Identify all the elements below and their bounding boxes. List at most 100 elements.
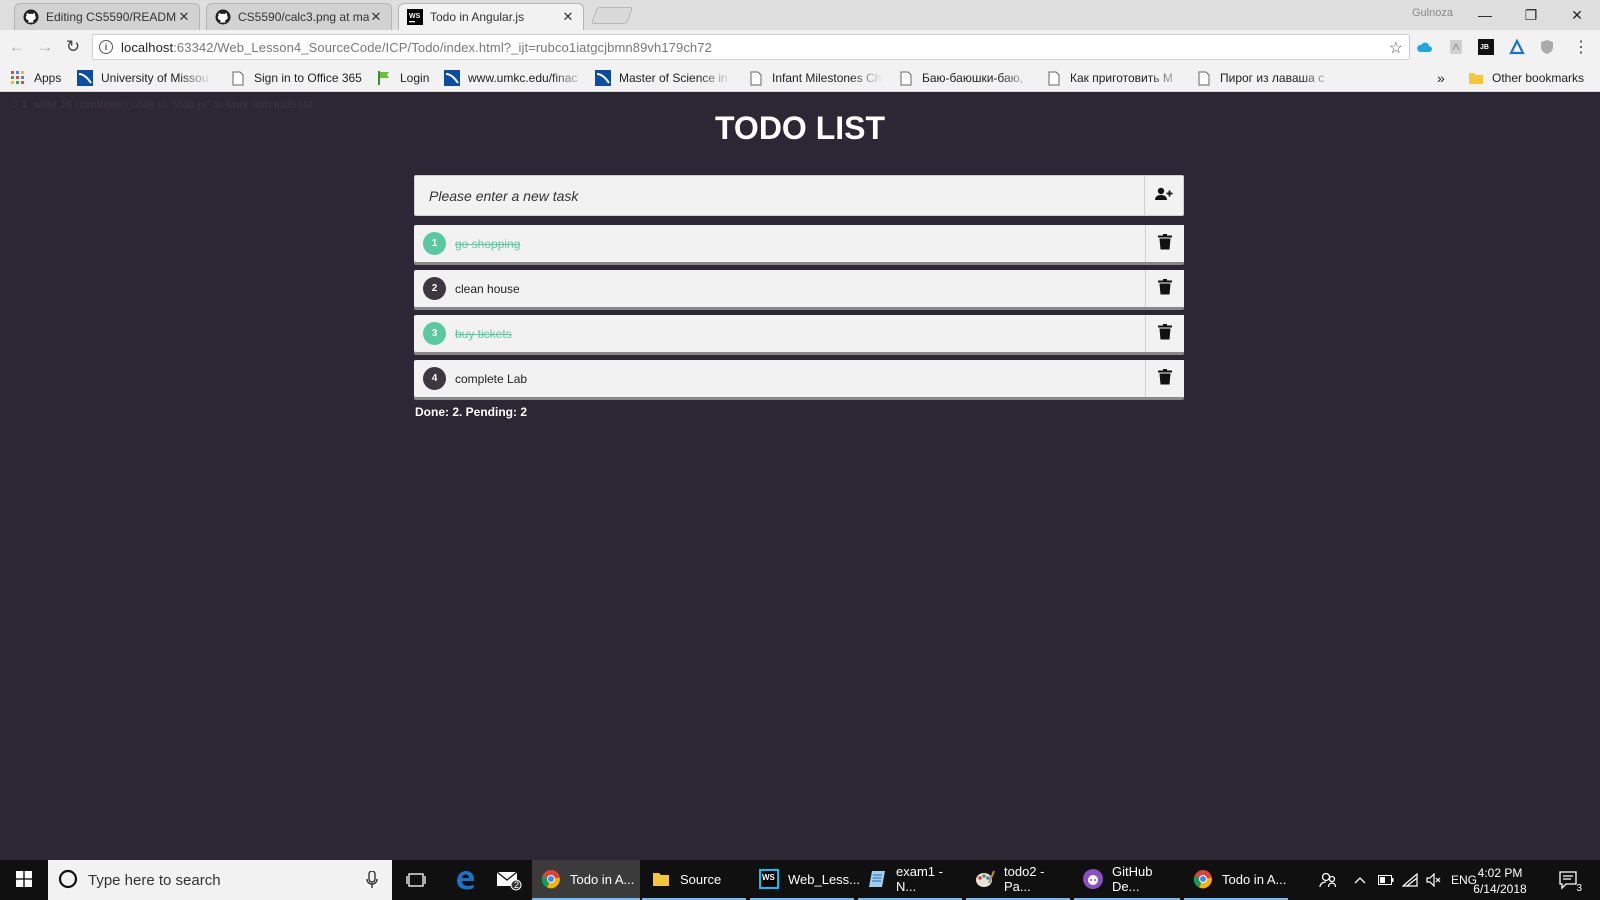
wifi-icon[interactable] [1400,860,1420,900]
menu-dots-icon[interactable]: ⋮ [1572,38,1590,56]
jetbrains-extension-icon[interactable]: JB [1477,38,1495,56]
microphone-icon[interactable] [366,870,378,892]
task-text[interactable]: clean house [455,282,1145,296]
bookmark-star-icon[interactable]: ☆ [1389,38,1403,58]
delta-extension-icon[interactable] [1508,38,1526,56]
bookmark-label: Apps [34,71,62,85]
bookmark-item[interactable]: University of Missou [77,70,213,86]
chevron-up-icon[interactable] [1350,860,1370,900]
delete-task-button[interactable] [1145,270,1184,307]
back-arrow-icon[interactable]: ← [6,36,28,58]
info-icon[interactable]: i [99,40,113,54]
trash-icon [1158,369,1172,388]
notification-count: 3 [1576,883,1582,894]
bookmark-label: Infant Milestones Ch [772,71,882,85]
bookmark-label: University of Missou [101,71,209,85]
bookmark-item[interactable]: Master of Science in [595,70,733,86]
task-view-icon[interactable] [404,860,428,900]
reload-icon[interactable]: ↻ [62,36,84,58]
webstorm-icon: WS [758,868,780,890]
profile-name[interactable]: Gulnoza [1412,7,1453,19]
github-desktop-icon [1082,868,1104,890]
new-task-input[interactable] [415,176,1144,215]
bookmark-item[interactable]: Пирог из лаваша с [1196,70,1336,86]
taskbar-app-button[interactable]: GitHub De... [1074,860,1180,900]
page-icon [748,70,764,86]
edge-browser-icon[interactable] [452,860,478,900]
webstorm-icon: WS [407,9,423,25]
trash-icon [1158,324,1172,343]
page-title: TODO LIST [714,110,886,146]
battery-icon[interactable] [1376,860,1396,900]
minimize-icon[interactable]: — [1462,0,1508,30]
shield-extension-icon[interactable] [1538,38,1556,56]
start-button[interactable] [0,860,48,900]
app-label: exam1 - N... [896,864,943,894]
browser-toolbar: ← → ↻ i localhost:63342/Web_Lesson4_Sour… [0,30,1600,64]
task-text[interactable]: buy tickets [455,327,1145,341]
delete-task-button[interactable] [1145,360,1184,397]
todo-item[interactable]: 3 buy tickets [414,315,1184,352]
taskbar-app-button[interactable]: Todo in A... [532,860,640,900]
bookmark-item[interactable]: Infant Milestones Ch [748,70,884,86]
app-label: GitHub De... [1112,864,1153,894]
pdf-extension-icon[interactable] [1447,38,1465,56]
windows-logo-icon [16,870,32,890]
browser-tab-strip: Editing CS5590/README ✕ CS5590/calc3.png… [0,0,1600,30]
system-clock[interactable]: 4:02 PM 6/14/2018 [1470,865,1530,897]
volume-muted-icon[interactable] [1424,860,1444,900]
taskbar-app-button[interactable]: WS Web_Less... [750,860,860,900]
chrome-icon [540,868,562,890]
todo-item[interactable]: 2 clean house [414,270,1184,307]
umkc-icon [444,70,460,86]
windows-taskbar: Type here to search 2 Todo in A... Sourc… [0,860,1600,900]
mail-icon[interactable]: 2 [494,860,524,900]
github-icon [215,9,231,25]
add-task-button[interactable] [1144,176,1183,215]
url-text[interactable]: localhost:63342/Web_Lesson4_SourceCode/I… [121,40,712,55]
close-window-icon[interactable]: ✕ [1554,0,1600,30]
search-placeholder: Type here to search [88,871,221,889]
tab-close-icon[interactable]: ✕ [561,9,575,25]
address-bar[interactable]: i localhost:63342/Web_Lesson4_SourceCode… [92,34,1410,60]
taskbar-app-button[interactable]: exam1 - N... [858,860,962,900]
taskbar-app-button[interactable]: todo2 - Pa... [966,860,1070,900]
cloud-extension-icon[interactable] [1415,38,1433,56]
add-user-icon [1155,187,1173,204]
notifications-icon[interactable]: 3 [1554,860,1584,900]
delete-task-button[interactable] [1145,225,1184,262]
tab-close-icon[interactable]: ✕ [177,9,191,25]
task-text[interactable]: complete Lab [455,372,1145,386]
app-label: Web_Less... [788,871,861,887]
bookmark-item[interactable]: Как приготовить М [1046,70,1184,86]
clock-time: 4:02 PM [1477,866,1523,880]
new-tab-button[interactable] [590,7,634,24]
tab-title: Editing CS5590/README [46,10,177,24]
browser-tab-active[interactable]: WS Todo in Angular.js ✕ [398,3,584,30]
clock-date: 6/14/2018 [1473,882,1527,896]
browser-tab[interactable]: Editing CS5590/README ✕ [14,3,200,30]
bookmark-item[interactable]: Login [376,70,429,86]
more-bookmarks-chevron-icon[interactable]: » [1437,70,1445,86]
restore-icon[interactable]: ❐ [1508,0,1554,30]
tab-close-icon[interactable]: ✕ [369,9,383,25]
taskbar-app-button[interactable]: Todo in A... [1184,860,1288,900]
task-text[interactable]: go shopping [455,237,1145,251]
bookmark-apps[interactable]: Apps [10,70,61,86]
flag-icon [376,70,392,86]
taskbar-app-button[interactable]: Source [642,860,746,900]
bookmark-item[interactable]: www.umkc.edu/finac [444,70,588,86]
bookmark-item[interactable]: Sign in to Office 365 [230,70,362,86]
todo-item[interactable]: 4 complete Lab [414,360,1184,397]
forward-arrow-icon[interactable]: → [34,36,56,58]
todo-item[interactable]: 1 go shopping [414,225,1184,262]
bookmark-item[interactable]: Баю-баюшки-баю, [898,70,1034,86]
other-bookmarks[interactable]: Other bookmarks [1468,70,1584,86]
notepad-icon [866,868,888,890]
taskbar-search-box[interactable]: Type here to search [48,860,392,900]
page-content: // 1. write JS (controller) code in "tod… [0,92,1600,860]
task-number-badge: 3 [423,322,446,345]
browser-tab[interactable]: CS5590/calc3.png at mas ✕ [206,3,392,30]
people-icon[interactable] [1316,860,1340,900]
delete-task-button[interactable] [1145,315,1184,352]
